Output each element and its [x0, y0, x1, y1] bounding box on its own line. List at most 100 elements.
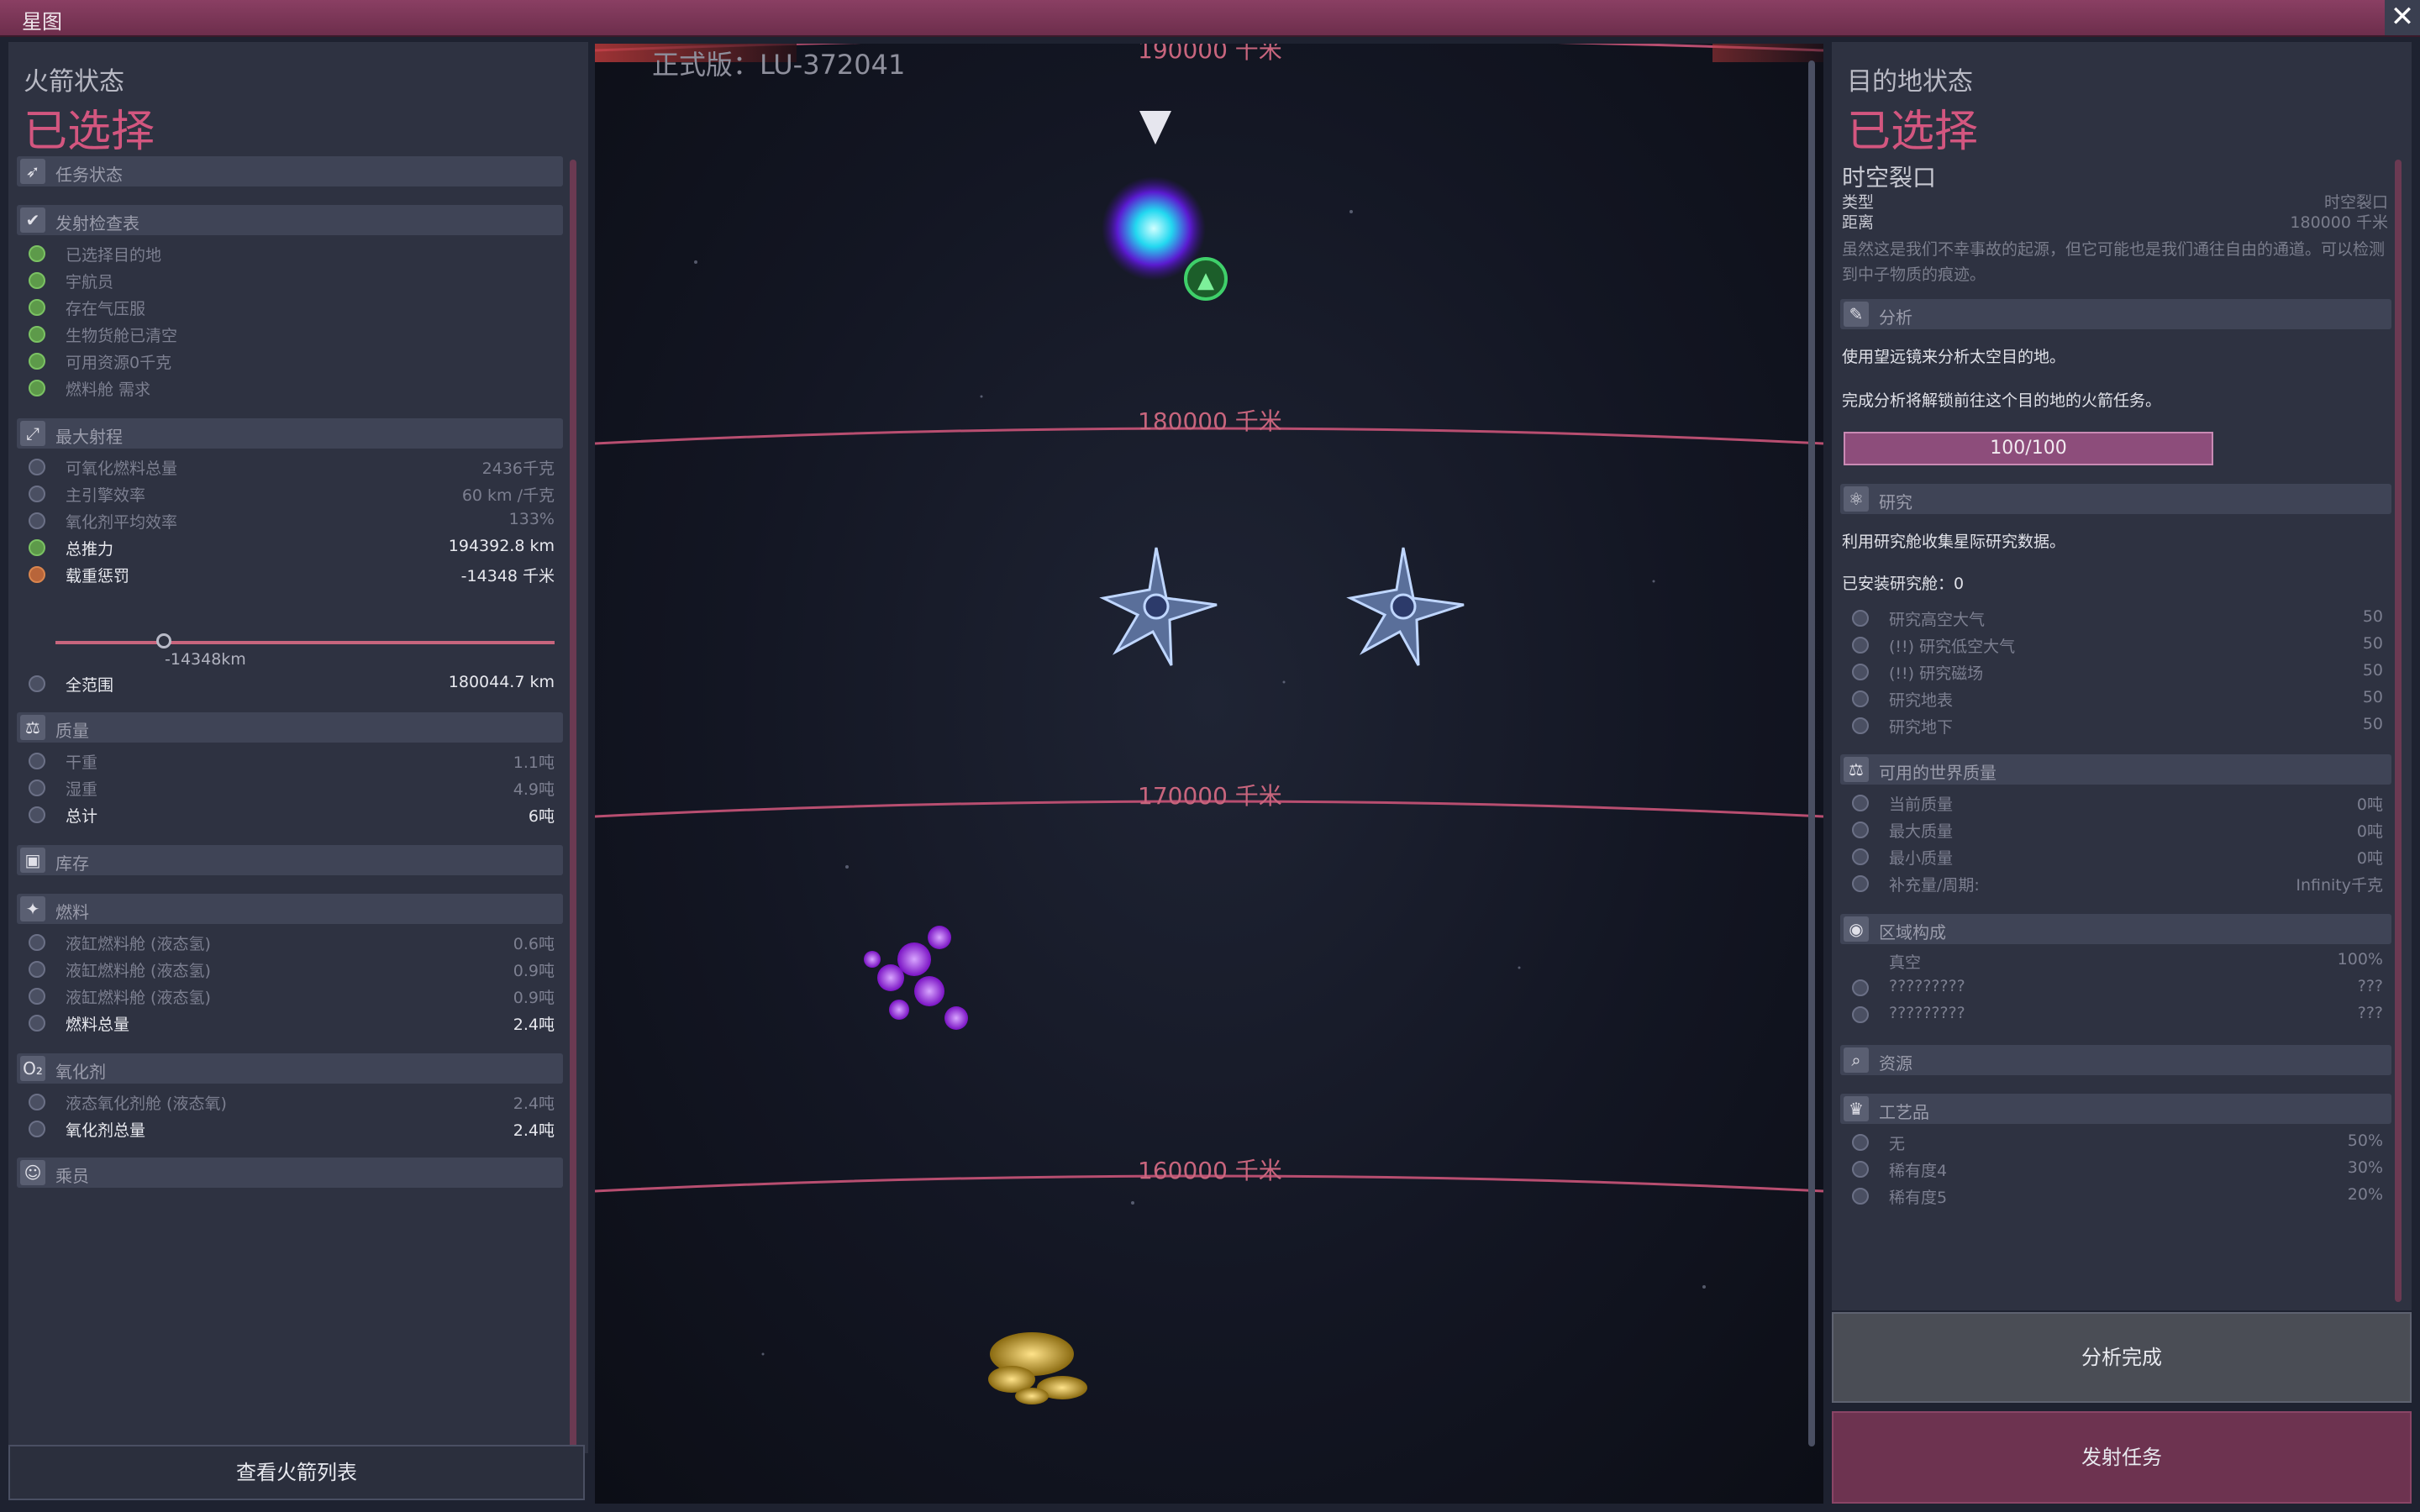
weight-icon: ⚖	[20, 715, 45, 740]
mass-row: 湿重 4.9吨	[17, 774, 555, 800]
section-oxidizer[interactable]: O₂ 氧化剂	[17, 1053, 563, 1084]
status-dot-icon	[29, 934, 45, 951]
destination-description: 虽然这是我们不幸事故的起源，但它可能也是我们通往自由的通道。可以检测到中子物质的…	[1842, 240, 2386, 284]
close-icon[interactable]: ✕	[2385, 0, 2420, 35]
status-dot-icon	[29, 1121, 45, 1137]
check-ok-icon	[29, 245, 45, 262]
composition-row: 真空 100%	[1889, 950, 2383, 972]
section-crew[interactable]: ☺ 乘员	[17, 1158, 563, 1188]
starmap-view[interactable]: ▲ 正式版：LU-372041 190000 千米 180000 千米 1700…	[595, 44, 1823, 1504]
status-dot-icon	[29, 486, 45, 502]
svg-text:▲: ▲	[1197, 268, 1214, 293]
analysis-progress-bar: 100/100	[1844, 432, 2213, 465]
map-scrollbar[interactable]	[1808, 60, 1815, 1446]
payload-penalty-slider-track[interactable]	[55, 641, 555, 644]
window-title: 星图	[22, 10, 62, 34]
oxidizer-icon: O₂	[20, 1056, 45, 1081]
section-storage[interactable]: ▣ 库存	[17, 845, 563, 875]
range-row: 主引擎效率 60 km /千克	[17, 480, 555, 506]
world-mass-row: 最小质量 0吨	[1840, 843, 2383, 869]
world-mass-row: 补充量/周期: Infinity千克	[1840, 870, 2383, 895]
rocket-status-panel: 火箭状态 已选择 ➶ 任务状态 ✔ 发射检查表 已选择目的地 宇航员 存在气压服 生…	[8, 42, 588, 1462]
status-dot-icon	[29, 1015, 45, 1032]
status-dot-icon	[29, 961, 45, 978]
warning-icon	[29, 566, 45, 583]
mass-icon: ⚖	[1844, 757, 1869, 782]
crew-icon: ☺	[20, 1160, 45, 1185]
status-dot-icon	[29, 1094, 45, 1110]
status-dot-icon	[1852, 822, 1869, 838]
rocket-status-header: 火箭状态	[24, 67, 124, 97]
destination-selected-label: 已选择	[1847, 107, 1979, 157]
status-dot-icon	[1852, 1006, 1869, 1023]
status-dot-icon	[29, 988, 45, 1005]
check-ok-icon	[29, 353, 45, 370]
launch-mission-button[interactable]: 发射任务	[1832, 1411, 2412, 1504]
checkmark-icon: ✔	[20, 207, 45, 233]
checklist-item: 宇航员	[17, 267, 555, 292]
checklist-item: 燃料舱 需求	[17, 375, 555, 400]
rocket-selected-label: 已选择	[24, 107, 155, 157]
payload-penalty-slider-value: -14348km	[165, 650, 246, 669]
check-ok-icon	[29, 326, 45, 343]
starmap-canvas: ▲	[595, 44, 1823, 1404]
section-world-mass[interactable]: ⚖ 可用的世界质量	[1840, 754, 2391, 785]
payload-penalty-slider-knob[interactable]	[156, 633, 171, 648]
distance-label: 160000 千米	[1138, 1157, 1282, 1184]
section-mass[interactable]: ⚖ 质量	[17, 712, 563, 743]
checklist-item: 生物货舱已清空	[17, 321, 555, 346]
analysis-complete-button[interactable]: 分析完成	[1832, 1312, 2412, 1403]
range-row: 载重惩罚 -14348 千米	[17, 561, 555, 586]
fuel-row: 燃料总量 2.4吨	[17, 1010, 555, 1035]
section-analysis[interactable]: ✎ 分析	[1840, 299, 2391, 329]
status-dot-icon	[1852, 795, 1869, 811]
version-label: 正式版：LU-372041	[652, 49, 906, 81]
status-dot-icon	[1852, 610, 1869, 627]
section-research[interactable]: ⚛ 研究	[1840, 484, 2391, 514]
status-dot-icon	[1852, 1188, 1869, 1205]
trophy-icon: ♛	[1844, 1096, 1869, 1121]
checklist-item: 存在气压服	[17, 294, 555, 319]
status-dot-icon	[1852, 848, 1869, 865]
destination-status-header: 目的地状态	[1847, 67, 1973, 97]
section-max-range[interactable]: ⤢ 最大射程	[17, 418, 563, 449]
status-dot-icon	[1852, 979, 1869, 996]
storage-icon: ▣	[20, 848, 45, 873]
planet-icon: ◉	[1844, 916, 1869, 942]
section-composition[interactable]: ◉ 区域构成	[1840, 914, 2391, 944]
checklist-item: 可用资源0千克	[17, 348, 555, 373]
crystal-planet-icon	[1346, 547, 1465, 666]
section-launch-checklist[interactable]: ✔ 发射检查表	[17, 205, 563, 235]
artifact-row: 稀有度4 30%	[1840, 1156, 2383, 1181]
section-fuel[interactable]: ✦ 燃料	[17, 894, 563, 924]
range-icon: ⤢	[20, 421, 45, 446]
distance-label: 170000 千米	[1138, 782, 1282, 810]
check-ok-icon	[29, 539, 45, 556]
magnifier-icon: ⌕	[1844, 1047, 1869, 1073]
section-resources[interactable]: ⌕ 资源	[1840, 1045, 2391, 1075]
fuel-row: 液缸燃料舱 (液态氢) 0.9吨	[17, 983, 555, 1008]
status-dot-icon	[29, 512, 45, 529]
destination-type-row: 类型 时空裂口	[1842, 190, 2388, 213]
composition-row: ????????????	[1840, 1001, 2383, 1026]
section-artifacts[interactable]: ♛ 工艺品	[1840, 1094, 2391, 1124]
crystal-planet-icon	[1099, 547, 1218, 666]
research-installed: 已安装研究舱：0	[1842, 575, 1965, 593]
selection-marker-icon	[1139, 111, 1171, 144]
window-titlebar: 星图 ✕	[0, 0, 2420, 37]
left-scrollbar[interactable]	[570, 160, 576, 1462]
type-value: 时空裂口	[2323, 193, 2388, 212]
destination-distance-row: 距离 180000 千米	[1842, 210, 2388, 233]
atom-icon: ⚛	[1844, 486, 1869, 512]
status-dot-icon	[29, 806, 45, 823]
view-rocket-list-button[interactable]: 查看火箭列表	[8, 1445, 585, 1500]
status-dot-icon	[1852, 1134, 1869, 1151]
right-scrollbar[interactable]	[2395, 160, 2402, 1302]
section-mission-status[interactable]: ➶ 任务状态	[17, 156, 563, 186]
fuel-row: 液缸燃料舱 (液态氢) 0.9吨	[17, 956, 555, 981]
oxidizer-row: 氧化剂总量 2.4吨	[17, 1116, 555, 1141]
mass-row: 干重 1.1吨	[17, 748, 555, 773]
check-ok-icon	[29, 272, 45, 289]
type-label: 类型	[1842, 193, 1875, 212]
check-ok-icon	[29, 299, 45, 316]
